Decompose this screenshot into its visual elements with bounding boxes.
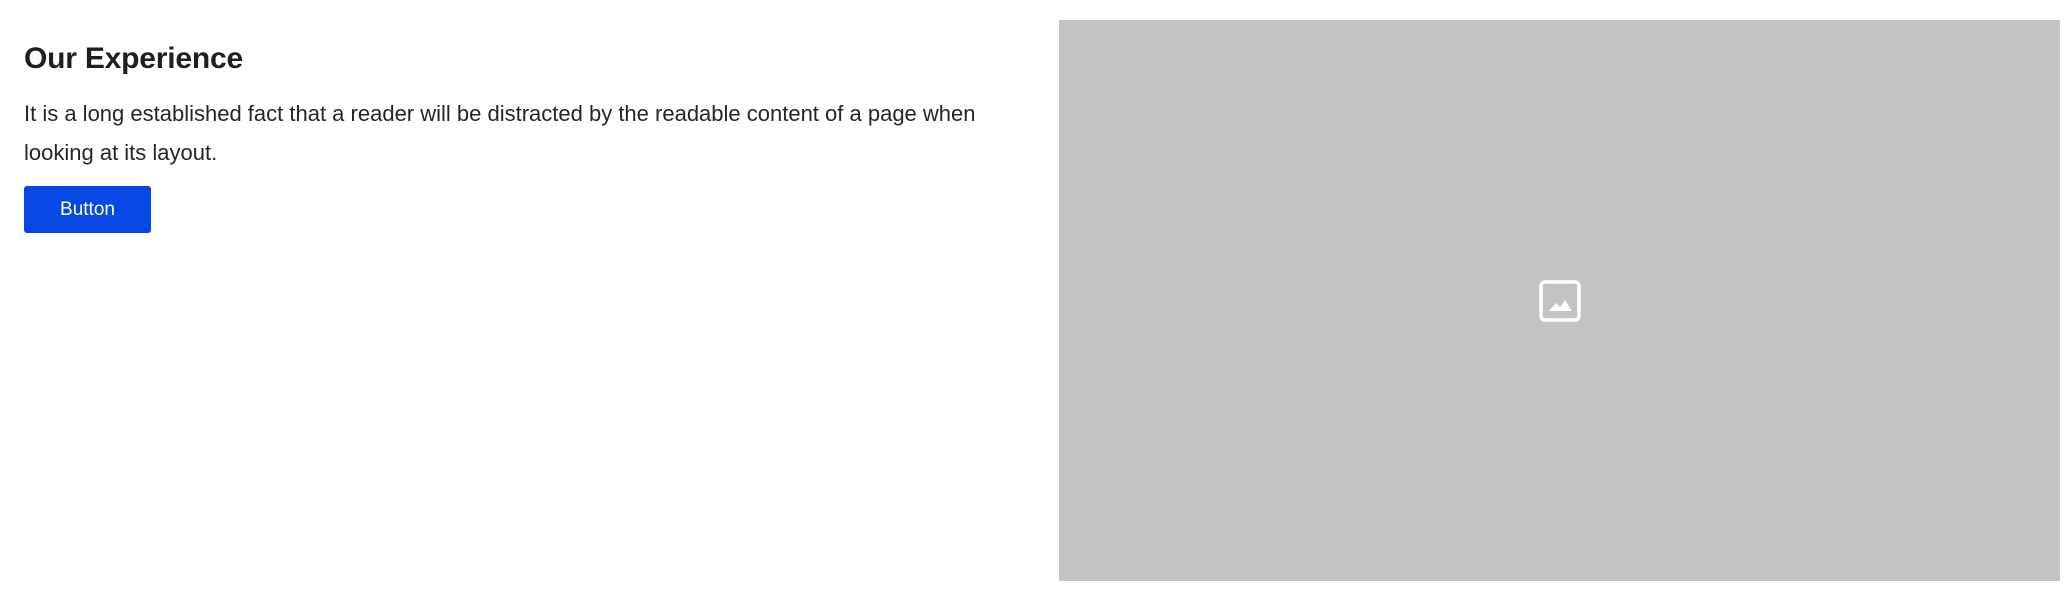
section-description: It is a long established fact that a rea… — [24, 101, 976, 165]
section-heading: Our Experience — [24, 42, 243, 75]
text-column: Our Experience It is a long established … — [24, 40, 1024, 233]
page: Our Experience It is a long established … — [0, 0, 2072, 603]
image-placeholder — [1059, 20, 2060, 581]
primary-button[interactable]: Button — [24, 186, 151, 233]
image-icon — [1538, 279, 1581, 322]
